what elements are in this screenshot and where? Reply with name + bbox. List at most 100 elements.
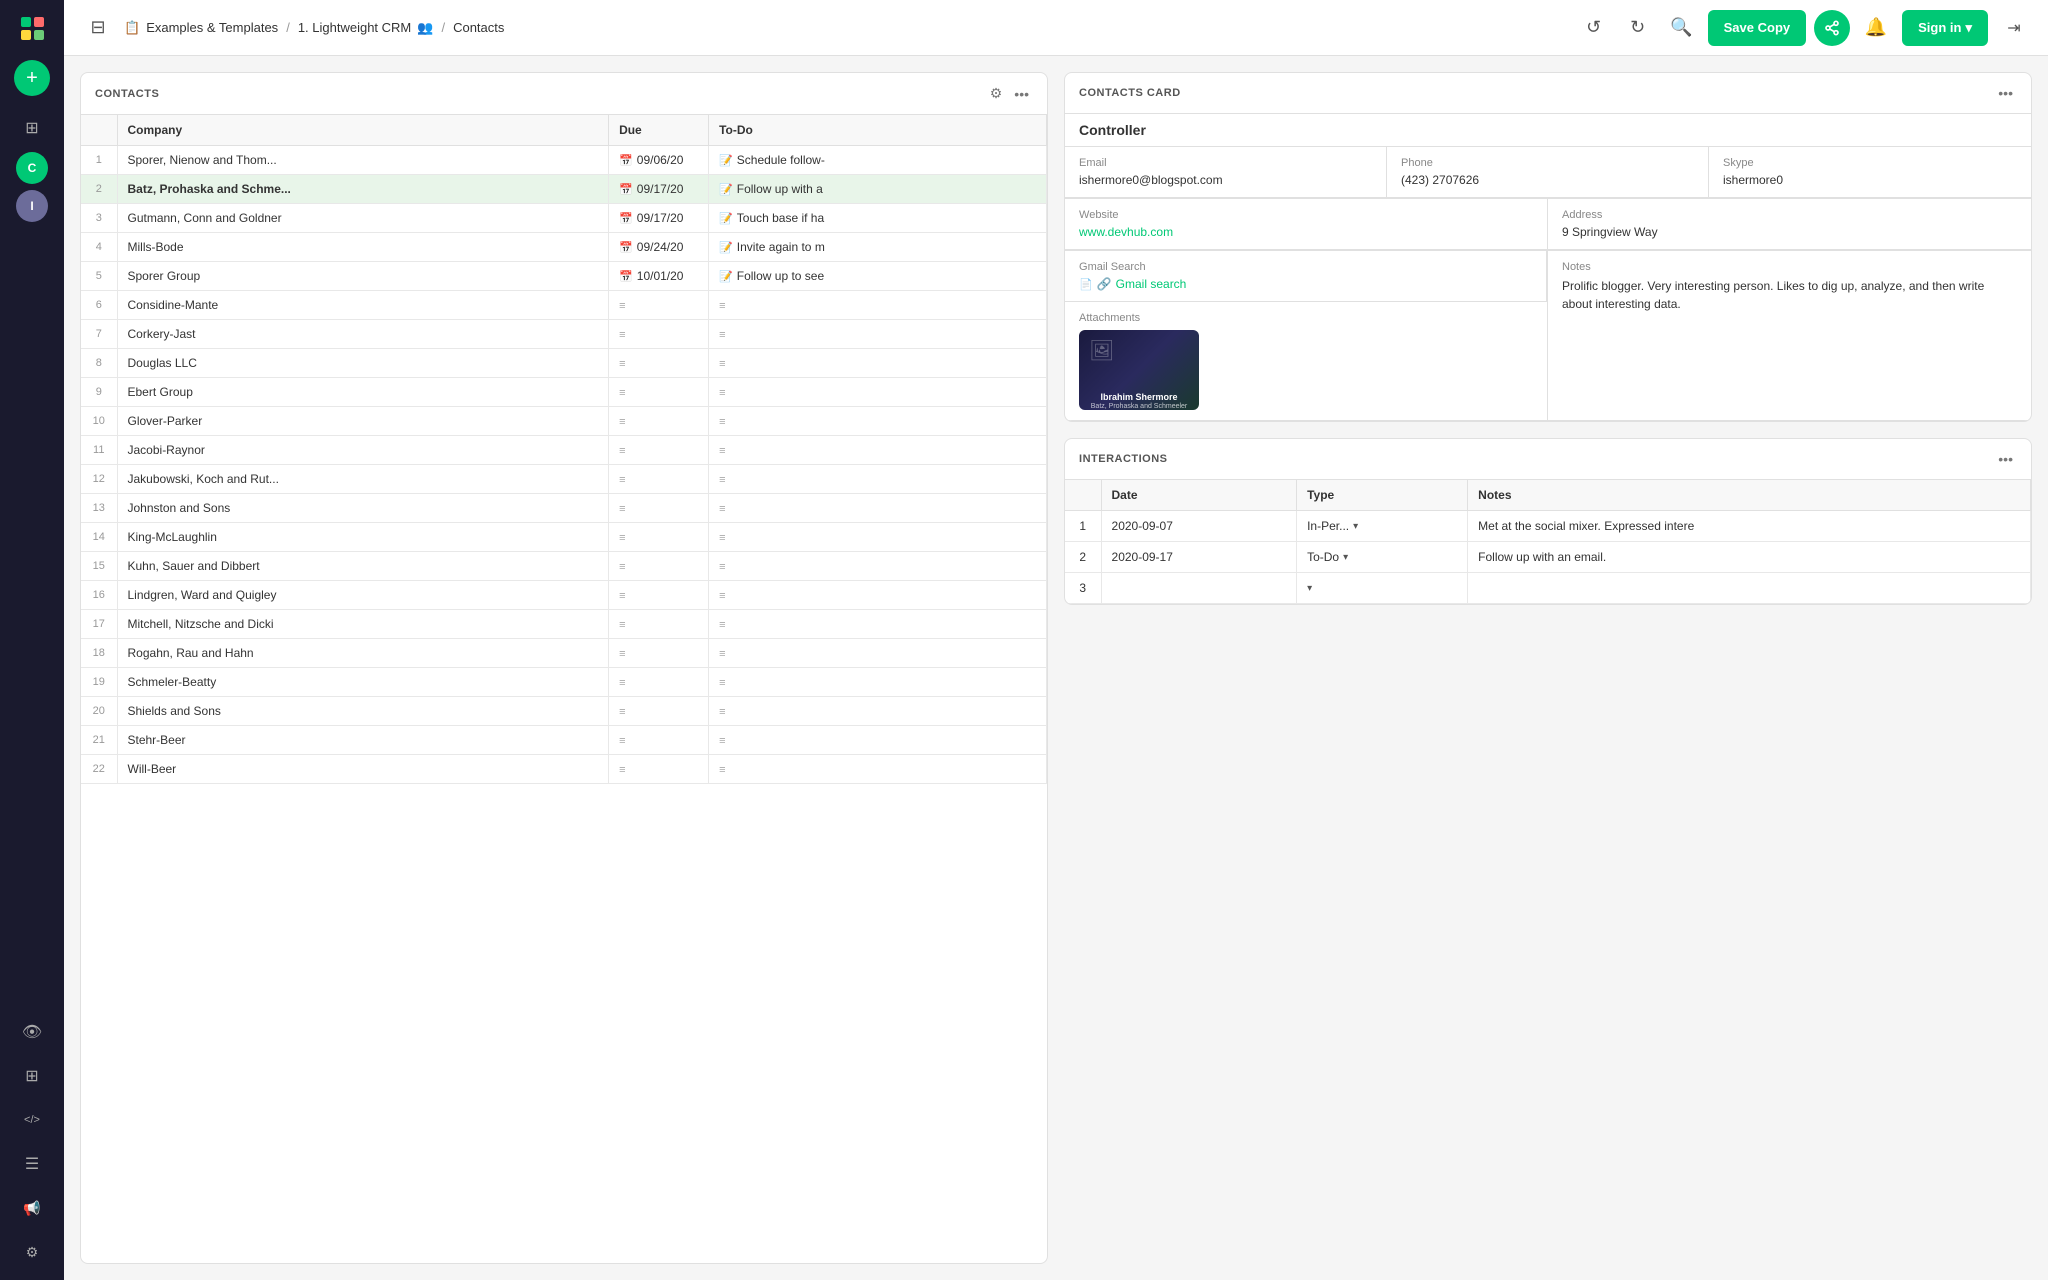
int-notes-cell[interactable]: Met at the social mixer. Expressed inter… <box>1468 511 2031 542</box>
filter-button[interactable]: ⚙ <box>986 83 1007 104</box>
table-row[interactable]: 13Johnston and Sons≡≡ <box>81 494 1047 523</box>
row-number: 6 <box>81 291 117 320</box>
int-notes-cell[interactable]: Follow up with an email. <box>1468 542 2031 573</box>
table-row[interactable]: 4Mills-Bode📅09/24/20📝Invite again to m <box>81 233 1047 262</box>
save-copy-button[interactable]: Save Copy <box>1708 10 1806 46</box>
search-button[interactable]: 🔍 <box>1664 10 1700 46</box>
int-col-notes: Notes <box>1468 480 2031 511</box>
table-row[interactable]: 21Stehr-Beer≡≡ <box>81 726 1047 755</box>
phone-value: (423) 2707626 <box>1401 173 1694 187</box>
gmail-search-link[interactable]: Gmail search <box>1116 277 1187 291</box>
bell-icon[interactable]: 🔔 <box>1858 10 1894 46</box>
add-new-button[interactable]: + <box>14 60 50 96</box>
row-number: 12 <box>81 465 117 494</box>
app-logo[interactable] <box>12 8 52 48</box>
table-row[interactable]: 20Shields and Sons≡≡ <box>81 697 1047 726</box>
panel-header-actions: ⚙ ••• <box>986 83 1033 104</box>
row-number: 9 <box>81 378 117 407</box>
breadcrumb-sep1: / <box>286 20 290 35</box>
table-row[interactable]: 6Considine-Mante≡≡ <box>81 291 1047 320</box>
undo-button[interactable]: ↺ <box>1576 10 1612 46</box>
breadcrumb-examples[interactable]: Examples & Templates <box>146 20 278 35</box>
more-options-button[interactable]: ••• <box>1010 83 1033 104</box>
breadcrumb-contacts[interactable]: Contacts <box>453 20 504 35</box>
int-row-num: 1 <box>1065 511 1101 542</box>
interaction-row[interactable]: 12020-09-07In-Per...▾Met at the social m… <box>1065 511 2030 542</box>
table-row[interactable]: 11Jacobi-Raynor≡≡ <box>81 436 1047 465</box>
gmail-search-cell: Gmail Search 📄 🔗 Gmail search <box>1065 251 1547 302</box>
table-row[interactable]: 14King-McLaughlin≡≡ <box>81 523 1047 552</box>
int-date-cell[interactable]: 2020-09-07 <box>1101 511 1297 542</box>
table-row[interactable]: 18Rogahn, Rau and Hahn≡≡ <box>81 639 1047 668</box>
table-row[interactable]: 7Corkery-Jast≡≡ <box>81 320 1047 349</box>
avatar-c[interactable]: C <box>16 152 48 184</box>
notes-cell: Notes Prolific blogger. Very interesting… <box>1548 251 2031 421</box>
company-cell: King-McLaughlin <box>117 523 609 552</box>
due-cell: ≡ <box>609 320 709 349</box>
share-button[interactable] <box>1814 10 1850 46</box>
int-type-cell[interactable]: In-Per...▾ <box>1297 511 1468 542</box>
megaphone-icon[interactable]: 📢 <box>12 1188 52 1228</box>
dashboard-icon[interactable]: ⊞ <box>12 1056 52 1096</box>
interaction-row[interactable]: 22020-09-17To-Do▾Follow up with an email… <box>1065 542 2030 573</box>
table-row[interactable]: 10Glover-Parker≡≡ <box>81 407 1047 436</box>
address-label: Address <box>1562 209 2017 221</box>
todo-cell: ≡ <box>709 320 1047 349</box>
todo-cell: ≡ <box>709 610 1047 639</box>
table-row[interactable]: 2Batz, Prohaska and Schme...📅09/17/20📝Fo… <box>81 175 1047 204</box>
int-notes-cell[interactable] <box>1468 573 2031 604</box>
card-more-button[interactable]: ••• <box>1994 83 2017 103</box>
company-cell: Gutmann, Conn and Goldner <box>117 204 609 233</box>
website-link[interactable]: www.devhub.com <box>1079 225 1173 239</box>
todo-cell: ≡ <box>709 494 1047 523</box>
contact-info-row3: Gmail Search 📄 🔗 Gmail search Attachment… <box>1065 251 2031 421</box>
interaction-row[interactable]: 3▾ <box>1065 573 2030 604</box>
content-area: CONTACTS ⚙ ••• Company Due To-Do <box>64 56 2048 1280</box>
attachments-label: Attachments <box>1079 312 1533 324</box>
attachment-thumbnail[interactable]: 🖼 Ibrahim Shermore Batz, Prohaska and Sc… <box>1079 330 1199 410</box>
table-row[interactable]: 12Jakubowski, Koch and Rut...≡≡ <box>81 465 1047 494</box>
table-row[interactable]: 9Ebert Group≡≡ <box>81 378 1047 407</box>
table-row[interactable]: 16Lindgren, Ward and Quigley≡≡ <box>81 581 1047 610</box>
code-icon[interactable]: </> <box>12 1100 52 1140</box>
table-row[interactable]: 5Sporer Group📅10/01/20📝Follow up to see <box>81 262 1047 291</box>
int-type-cell[interactable]: To-Do▾ <box>1297 542 1468 573</box>
table-row[interactable]: 19Schmeler-Beatty≡≡ <box>81 668 1047 697</box>
redo-button[interactable]: ↻ <box>1620 10 1656 46</box>
table-row[interactable]: 22Will-Beer≡≡ <box>81 755 1047 784</box>
signin-button[interactable]: Sign in ▾ <box>1902 10 1988 46</box>
due-cell: ≡ <box>609 523 709 552</box>
table-row[interactable]: 15Kuhn, Sauer and Dibbert≡≡ <box>81 552 1047 581</box>
todo-cell: ≡ <box>709 639 1047 668</box>
int-type-cell[interactable]: ▾ <box>1297 573 1468 604</box>
company-cell: Jacobi-Raynor <box>117 436 609 465</box>
company-cell: Corkery-Jast <box>117 320 609 349</box>
sidebar-toggle-button[interactable]: ⊟ <box>80 10 116 46</box>
int-date-cell[interactable]: 2020-09-17 <box>1101 542 1297 573</box>
int-date-cell[interactable] <box>1101 573 1297 604</box>
sidebar-item-home[interactable]: ⊞ <box>12 108 52 148</box>
list-icon[interactable]: ☰ <box>12 1144 52 1184</box>
table-row[interactable]: 17Mitchell, Nitzsche and Dicki≡≡ <box>81 610 1047 639</box>
avatar-i[interactable]: I <box>16 190 48 222</box>
breadcrumb-crm[interactable]: 1. Lightweight CRM <box>298 20 411 35</box>
interactions-table-container: Date Type Notes 12020-09-07In-Per...▾Met… <box>1065 480 2031 604</box>
table-row[interactable]: 3Gutmann, Conn and Goldner📅09/17/20📝Touc… <box>81 204 1047 233</box>
contacts-title: CONTACTS <box>95 88 159 100</box>
main-container: ⊟ 📋 Examples & Templates / 1. Lightweigh… <box>64 0 2048 1280</box>
due-cell: 📅09/06/20 <box>609 146 709 175</box>
email-value: ishermore0@blogspot.com <box>1079 173 1372 187</box>
table-row[interactable]: 1Sporer, Nienow and Thom...📅09/06/20📝Sch… <box>81 146 1047 175</box>
eye-icon[interactable]: 👁 <box>12 1012 52 1052</box>
interactions-table: Date Type Notes 12020-09-07In-Per...▾Met… <box>1065 480 2031 604</box>
settings-icon[interactable]: ⚙ <box>12 1232 52 1272</box>
due-cell: 📅10/01/20 <box>609 262 709 291</box>
website-value: www.devhub.com <box>1079 225 1533 239</box>
company-cell: Mills-Bode <box>117 233 609 262</box>
table-row[interactable]: 8Douglas LLC≡≡ <box>81 349 1047 378</box>
interactions-more-button[interactable]: ••• <box>1994 449 2017 469</box>
expand-button[interactable]: ⇥ <box>1996 10 2032 46</box>
contact-info-row2: Website www.devhub.com Address 9 Springv… <box>1065 199 2031 251</box>
attachments-cell: Attachments 🖼 Ibrahim Shermore Batz, Pro… <box>1065 302 1547 421</box>
col-company: Company <box>117 115 609 146</box>
